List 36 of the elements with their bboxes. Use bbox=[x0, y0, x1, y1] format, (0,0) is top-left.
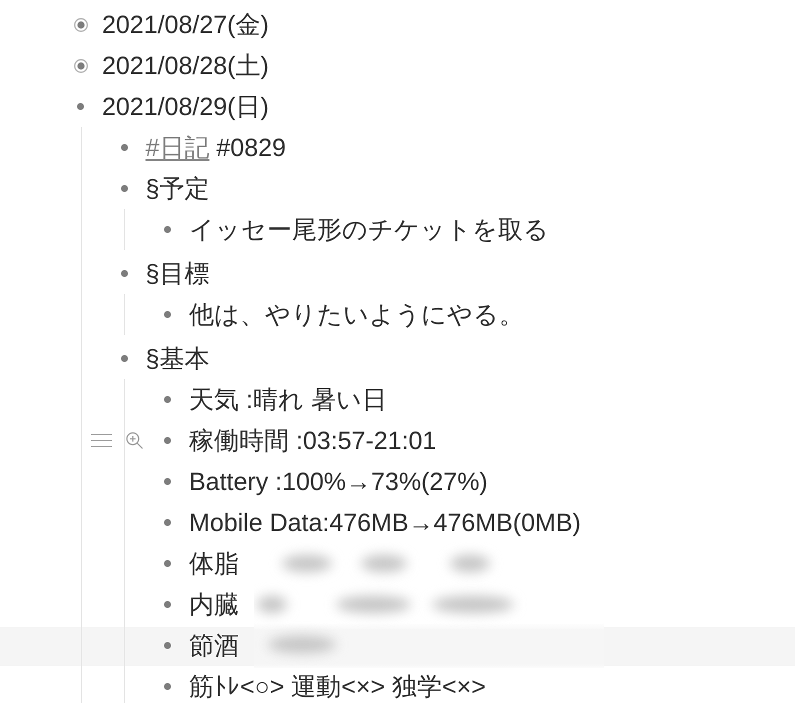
item-text: 天気 :晴れ 暑い日 bbox=[189, 384, 387, 414]
item-text: 体脂 bbox=[189, 548, 239, 578]
item-text: Battery :100%→73%(27%) bbox=[189, 466, 488, 496]
drag-handle-icon[interactable] bbox=[90, 434, 112, 447]
item-text: 稼働時間 :03:57-21:01 bbox=[189, 426, 436, 456]
item-text: 筋ﾄﾚ<○> 運動<×> 独学<×> bbox=[189, 672, 486, 702]
item-text: イッセー尾形のチケットを取る bbox=[189, 214, 549, 244]
tag-link[interactable]: #日記 bbox=[146, 132, 210, 162]
zoom-in-icon[interactable] bbox=[126, 432, 143, 449]
bullet-icon[interactable] bbox=[120, 185, 128, 192]
item-text: §基本 bbox=[146, 344, 210, 374]
bullet-icon[interactable] bbox=[164, 437, 171, 444]
bullet-icon[interactable] bbox=[164, 226, 171, 233]
item-text: 他は、やりたいようにやる。 bbox=[189, 300, 524, 330]
item-text: 内臓 bbox=[189, 590, 239, 620]
bullet-icon[interactable] bbox=[120, 270, 128, 277]
bullet-icon[interactable] bbox=[164, 519, 171, 526]
bullet-icon[interactable] bbox=[164, 683, 171, 690]
bullet-icon[interactable] bbox=[164, 478, 171, 485]
item-text: 節酒 bbox=[189, 630, 239, 660]
item-text: Mobile Data:476MB→476MB(0MB) bbox=[189, 508, 581, 538]
bullet-icon[interactable] bbox=[120, 355, 128, 362]
bullet-icon[interactable] bbox=[164, 560, 171, 567]
collapsed-bullet-icon[interactable] bbox=[74, 18, 88, 32]
bullet-icon[interactable] bbox=[120, 144, 128, 151]
item-text: 2021/08/28(土) bbox=[102, 50, 269, 80]
bullet-icon[interactable] bbox=[77, 103, 84, 110]
bullet-icon[interactable] bbox=[164, 601, 171, 608]
bullet-icon[interactable] bbox=[164, 396, 171, 403]
collapsed-bullet-icon[interactable] bbox=[74, 58, 88, 72]
item-text: §予定 bbox=[146, 174, 210, 204]
item-text: #0829 bbox=[216, 132, 286, 162]
item-text: 2021/08/29(日) bbox=[102, 92, 269, 122]
item-text: §目標 bbox=[146, 258, 210, 288]
bullet-icon[interactable] bbox=[164, 311, 171, 318]
item-text: 2021/08/27(金) bbox=[102, 10, 269, 40]
